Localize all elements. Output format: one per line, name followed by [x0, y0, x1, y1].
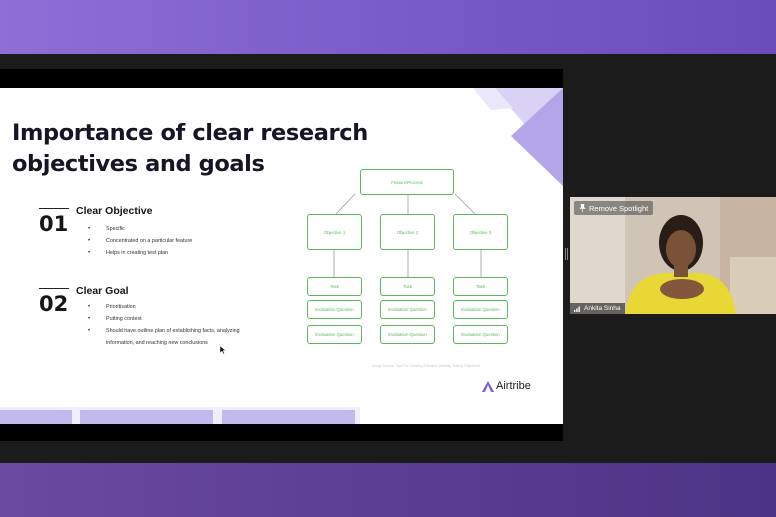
panel-resize-handle[interactable]	[565, 248, 568, 260]
bottom-purple-band	[0, 463, 776, 517]
diagram-evaluation-node: Evaluation Question	[453, 325, 508, 344]
diagram-evaluation-node: Evaluation Question	[307, 325, 362, 344]
diagram-task-node: Task	[453, 277, 508, 296]
remove-spotlight-button[interactable]: Remove Spotlight	[574, 201, 654, 215]
participant-name-tag: Ankita Sinha	[570, 303, 625, 314]
slide-footer-bars	[0, 407, 360, 424]
brand-name: Airtribe	[496, 380, 531, 392]
participant-name: Ankita Sinha	[584, 305, 621, 312]
diagram-objective-node: Objective 1	[307, 214, 362, 250]
diagram-root-node: Feature/Process	[360, 169, 454, 195]
remove-spotlight-label: Remove Spotlight	[589, 203, 649, 213]
diagram-objective-node: Objective 2	[380, 214, 435, 250]
top-purple-band	[0, 0, 776, 54]
airtribe-logo-icon	[482, 380, 494, 392]
diagram-connectors	[333, 193, 482, 277]
diagram-evaluation-node: Evaluation Question	[307, 300, 362, 319]
diagram-evaluation-node: Evaluation Question	[380, 300, 435, 319]
diagram-objective-node: Objective 3	[453, 214, 508, 250]
diagram-evaluation-node: Evaluation Question	[453, 300, 508, 319]
image-source-caption: Image Source: Tips For Creating Effectiv…	[372, 364, 481, 368]
presentation-slide: Importance of clear research objectives …	[0, 88, 563, 424]
diagram-task-node: Task	[380, 277, 435, 296]
mouse-cursor-icon	[220, 346, 226, 354]
participant-video-tile[interactable]: Remove Spotlight Ankita Sinha	[570, 197, 776, 314]
signal-bars-icon	[574, 306, 580, 312]
pin-icon	[579, 204, 586, 212]
diagram-task-node: Task	[307, 277, 362, 296]
airtribe-logo: Airtribe	[482, 380, 531, 392]
diagram-evaluation-node: Evaluation Question	[380, 325, 435, 344]
